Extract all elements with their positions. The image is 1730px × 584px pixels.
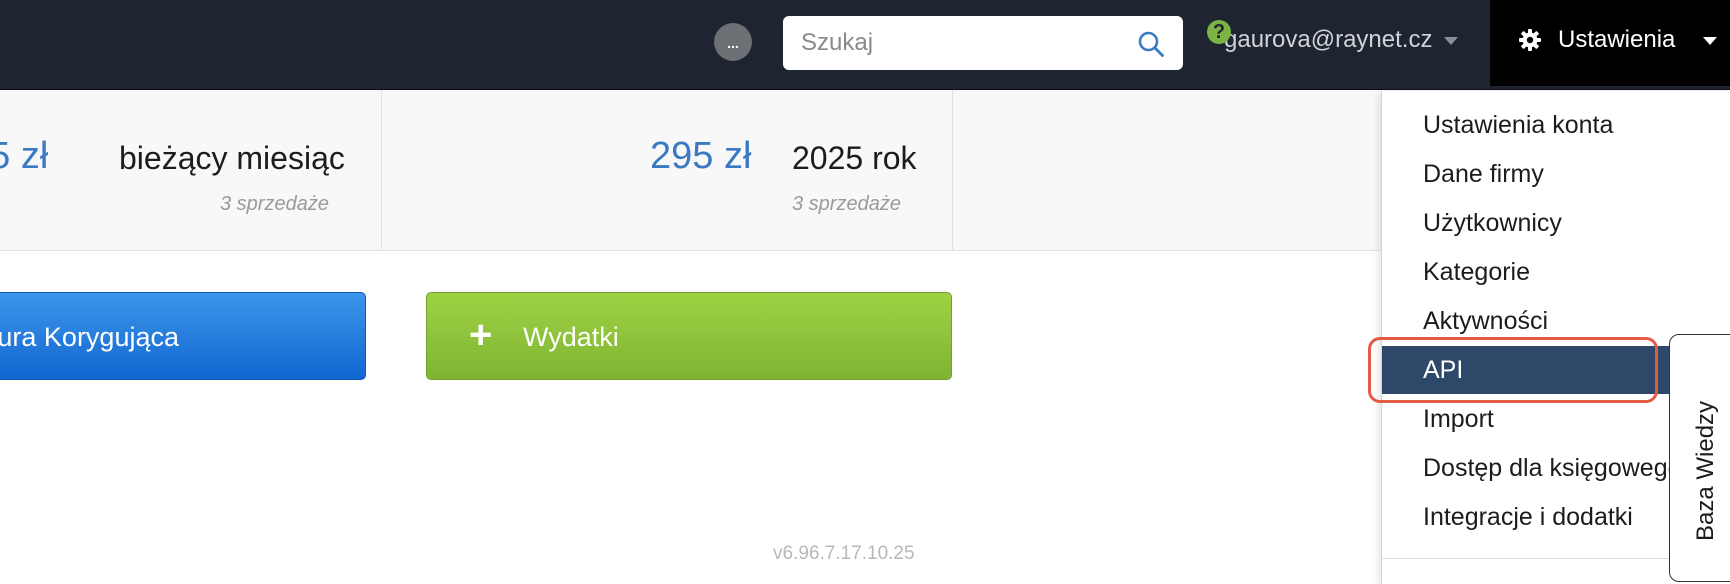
stat-period: 2025 rok [792,140,917,176]
menu-item-categories[interactable]: Kategorie [1382,248,1730,296]
divider [952,90,953,250]
divider [381,90,382,250]
stat-count: 3 sprzedaże [792,193,901,215]
button-label: ura Korygująca [0,322,179,352]
knowledge-base-label: Baza Wiedzy [1692,400,1719,541]
more-button[interactable]: ... [714,23,752,61]
plus-icon: + [469,313,493,357]
top-navbar: ... gaurova@raynet.cz ? Ustawienia [0,0,1730,90]
stat-amount: 295 zł [650,135,752,177]
stat-count: 3 sprzedaże [220,193,329,215]
knowledge-base-tab[interactable]: Baza Wiedzy [1669,334,1730,582]
caret-down-icon [1703,37,1717,45]
settings-label: Ustawienia [1558,26,1676,53]
menu-item-users[interactable]: Użytkownicy [1382,199,1730,247]
menu-item-company-data[interactable]: Dane firmy [1382,150,1730,198]
gear-icon [1519,29,1541,51]
search-icon[interactable] [1137,30,1165,58]
app-version: v6.96.7.17.10.25 [773,543,915,564]
highlight-annotation [1368,337,1658,403]
add-expense-button[interactable]: + Wydatki [426,292,952,380]
help-icon[interactable]: ? [1207,20,1231,44]
stat-amount: 95 zł [0,135,49,177]
stat-period: bieżący miesiąc [119,140,345,176]
search-box [783,16,1183,70]
caret-down-icon[interactable] [1444,37,1458,45]
correction-invoice-button[interactable]: ura Korygująca [0,292,366,380]
settings-menu-toggle[interactable]: Ustawienia [1490,0,1730,86]
menu-item-account-settings[interactable]: Ustawienia konta [1382,101,1730,149]
search-input[interactable] [783,16,1123,70]
button-label: Wydatki [523,322,619,352]
user-menu[interactable]: gaurova@raynet.cz [1224,26,1432,54]
